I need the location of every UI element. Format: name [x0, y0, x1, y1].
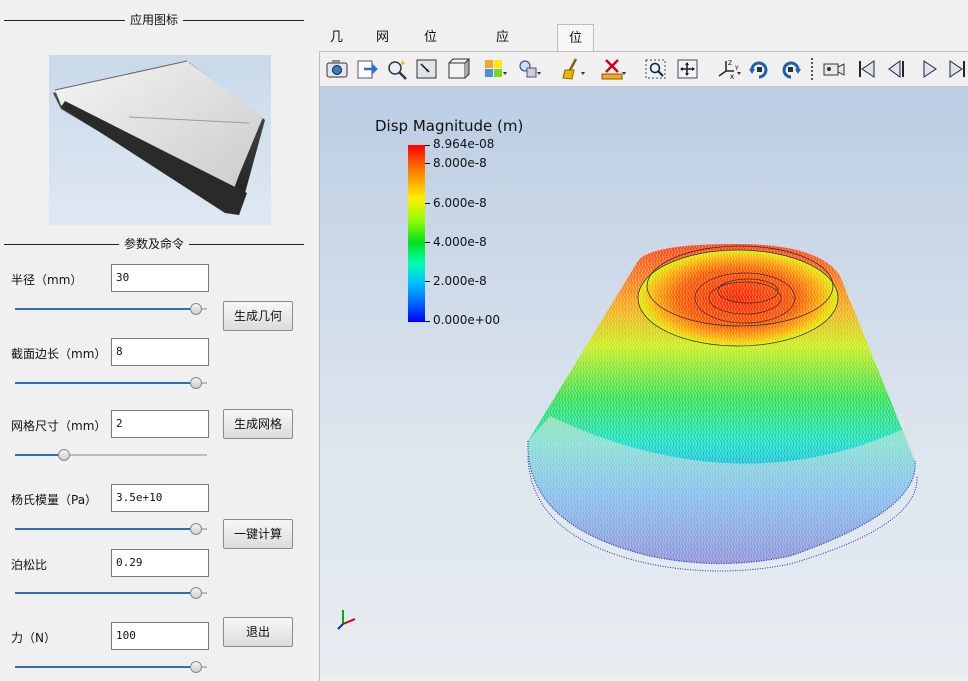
slider-thumb[interactable]: [190, 523, 202, 535]
svg-text:X: X: [730, 74, 734, 81]
mesh-size-label: 网格尺寸（mm）: [11, 419, 107, 433]
toolbar-separator: [811, 58, 815, 80]
axes-icon[interactable]: ZYX: [715, 57, 741, 81]
3d-viewport[interactable]: Disp Magnitude (m) 8.964e-08 8.000e-8 6.…: [320, 86, 968, 676]
rotate-cw-icon[interactable]: [746, 57, 772, 81]
mesh-size-slider[interactable]: [15, 448, 207, 462]
viewer-toolbar: ZYX: [320, 52, 968, 86]
youngs-modulus-slider[interactable]: [15, 522, 207, 536]
icon-group-title: 应用图标: [4, 13, 304, 27]
prev-frame-icon[interactable]: [884, 57, 910, 81]
generate-geometry-button[interactable]: 生成几何: [223, 301, 293, 331]
poisson-ratio-input[interactable]: 0.29: [111, 549, 209, 577]
rotate-ccw-icon[interactable]: [778, 57, 804, 81]
slider-thumb[interactable]: [190, 377, 202, 389]
tab-geometry[interactable]: 几何: [319, 24, 354, 72]
section-length-label: 截面边长（mm）: [11, 347, 107, 361]
compute-button[interactable]: 一键计算: [223, 519, 293, 549]
ruler-icon[interactable]: [600, 57, 626, 81]
fit-view-icon[interactable]: [414, 57, 440, 81]
svg-text:Y: Y: [734, 65, 739, 72]
box-view-icon[interactable]: [446, 57, 472, 81]
svg-text:Z: Z: [728, 60, 732, 67]
slider-thumb[interactable]: [58, 449, 70, 461]
exit-button[interactable]: 退出: [223, 617, 293, 647]
zoom-box-icon[interactable]: [643, 57, 669, 81]
force-input[interactable]: 100: [111, 622, 209, 650]
color-by-icon[interactable]: [482, 57, 508, 81]
radius-input[interactable]: 30: [111, 264, 209, 292]
last-frame-icon[interactable]: [944, 57, 968, 81]
displacement-vector-model: [527, 244, 918, 572]
clear-icon[interactable]: [560, 57, 586, 81]
slider-thumb[interactable]: [190, 661, 202, 673]
radius-slider[interactable]: [15, 302, 207, 316]
camera-icon[interactable]: [324, 57, 350, 81]
section-length-input[interactable]: 8: [111, 338, 209, 366]
slider-thumb[interactable]: [190, 303, 202, 315]
light-icon[interactable]: [516, 57, 542, 81]
poisson-ratio-slider[interactable]: [15, 586, 207, 600]
section-length-slider[interactable]: [15, 376, 207, 390]
youngs-modulus-input[interactable]: 3.5e+10: [111, 484, 209, 512]
tab-displacement-contour[interactable]: 位移云图: [413, 24, 448, 126]
youngs-modulus-label: 杨氏模量（Pa）: [11, 493, 98, 507]
tab-mesh[interactable]: 网格: [365, 24, 400, 72]
force-slider[interactable]: [15, 660, 207, 674]
params-group-title: 参数及命令: [4, 237, 304, 251]
fit-all-icon[interactable]: [675, 57, 701, 81]
mesh-size-input[interactable]: 2: [111, 410, 209, 438]
slider-thumb[interactable]: [190, 587, 202, 599]
export-icon[interactable]: [354, 57, 380, 81]
first-frame-icon[interactable]: [854, 57, 880, 81]
record-camera-icon[interactable]: [821, 57, 847, 81]
app-icon-image: [49, 55, 271, 225]
probe-icon[interactable]: [384, 57, 410, 81]
radius-label: 半径（mm）: [11, 273, 83, 287]
tab-stress-contour[interactable]: 应力云图: [485, 24, 520, 126]
play-icon[interactable]: [916, 57, 942, 81]
generate-mesh-button[interactable]: 生成网格: [223, 409, 293, 439]
poisson-ratio-label: 泊松比: [11, 558, 48, 572]
force-label: 力（N）: [11, 631, 56, 645]
orientation-axes-icon: [337, 610, 356, 630]
tab-displacement-vector[interactable]: 位移矢量图: [557, 24, 595, 154]
